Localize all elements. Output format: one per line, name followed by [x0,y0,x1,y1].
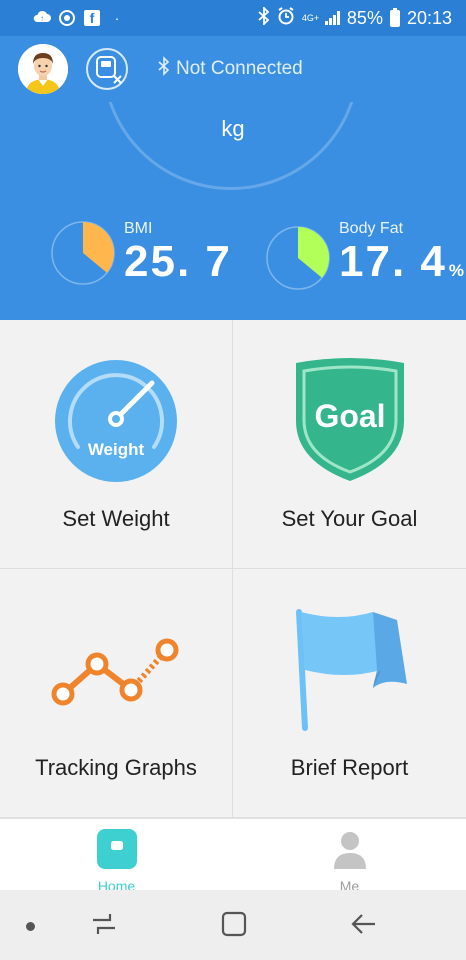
bluetooth-icon [258,5,270,30]
body-fat-pie-slice [298,226,330,278]
connection-status-label: Not Connected [176,58,303,79]
tracking-graphs-label: Tracking Graphs [35,755,197,780]
brief-report-label: Brief Report [290,755,409,780]
svg-text:↑: ↑ [40,14,44,23]
scale-disconnected-icon[interactable] [86,48,128,90]
nav-home[interactable]: Home [0,819,233,894]
connection-status[interactable]: Not Connected [158,56,303,82]
flag-icon [285,605,415,735]
battery-icon [389,7,400,27]
bmi-value: 25. 7 [124,237,232,286]
bluetooth-icon [158,56,170,82]
body-fat-unit: % [448,261,466,280]
feature-grid: Weight Set Weight Goal Set Your Goal Tra… [0,320,466,818]
bmi-metric: BMI 25. 7 [50,220,232,286]
app-header: Not Connected [0,36,466,102]
dot-icon [26,922,35,931]
brief-report-tile[interactable]: Brief Report [233,569,466,818]
battery-percent: 85% [346,7,383,28]
set-goal-tile[interactable]: Goal Set Your Goal [233,320,466,569]
sync-icon [58,9,76,27]
bmi-label: BMI [124,220,153,237]
signal-icon [324,11,340,25]
facebook-icon: f [84,10,100,26]
body-fat-label: Body Fat [339,220,404,237]
home-tab-icon [96,829,137,874]
status-bar: ↑ f · 4G+ 85% 20:13 [0,0,466,36]
weight-gauge-icon: Weight [51,356,181,486]
recents-icon[interactable] [90,910,118,943]
body-fat-number: 17. 4 [339,237,447,286]
body-fat-metric: Body Fat 17. 4% [265,220,466,295]
system-navigation-bar [0,890,466,960]
goal-icon-text: Goal [314,398,385,434]
body-fat-value: 17. 4% [339,238,466,295]
weight-summary: kg BMI 25. 7 Body Fat 17. 4% [0,102,466,320]
set-weight-label: Set Weight [62,506,170,531]
nav-me[interactable]: Me [233,819,466,894]
bmi-pie-slice [83,222,115,273]
cloud-icon: ↑ [32,9,51,27]
set-weight-tile[interactable]: Weight Set Weight [0,320,233,569]
goal-shield-icon: Goal [285,356,415,486]
tracking-graphs-tile[interactable]: Tracking Graphs [0,569,233,818]
set-goal-label: Set Your Goal [281,506,418,531]
dot-icon: · [114,10,120,26]
tracking-graph-icon [51,605,181,735]
me-tab-icon [330,829,370,874]
bottom-navigation: Home Me [0,818,466,894]
avatar[interactable] [18,44,68,94]
body-fat-pie-chart [266,225,330,290]
back-icon[interactable] [350,910,378,943]
weight-icon-text: Weight [88,440,145,459]
network-type: 4G+ [301,12,320,23]
alarm-icon [277,6,295,30]
home-icon[interactable] [220,910,248,943]
weight-unit: kg [221,116,245,141]
bmi-pie-chart [51,221,115,285]
clock: 20:13 [406,7,452,28]
